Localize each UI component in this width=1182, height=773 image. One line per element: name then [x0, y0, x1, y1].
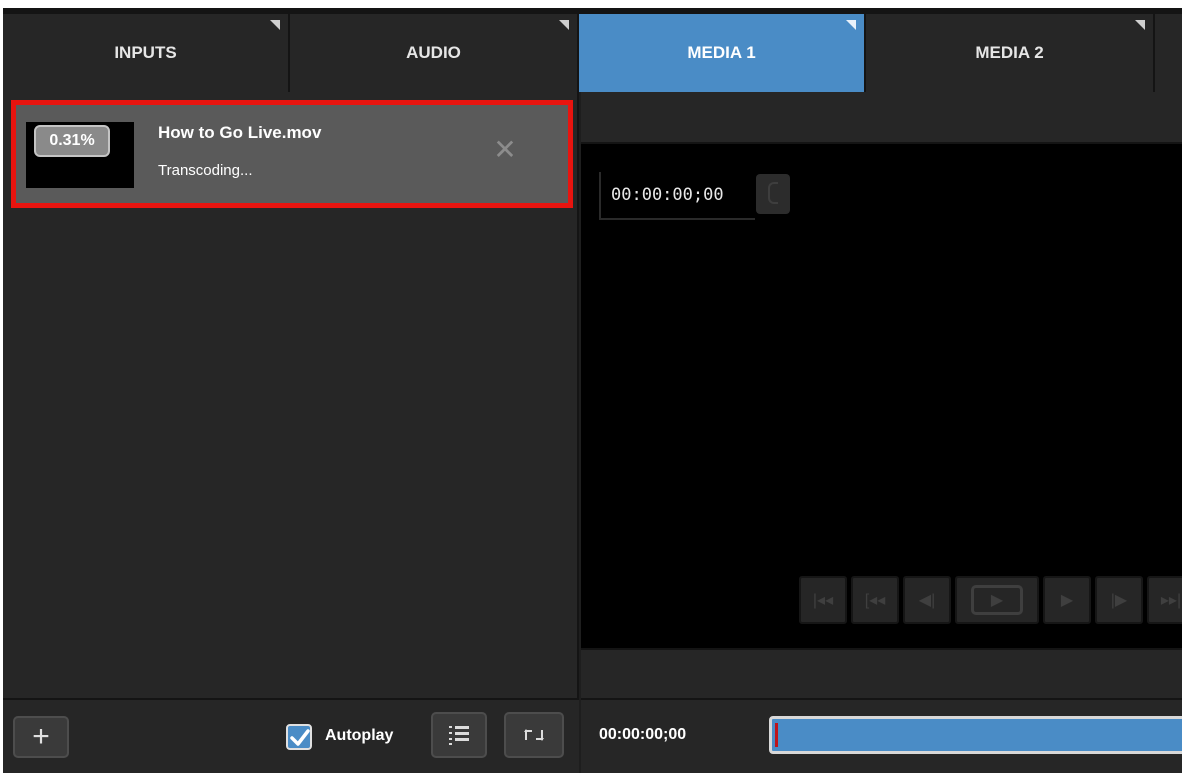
- tab-overflow[interactable]: [1155, 8, 1182, 92]
- media-list-panel: 0.31% How to Go Live.mov Transcoding... …: [3, 92, 579, 773]
- checkmark-icon: [290, 729, 310, 746]
- loop-button[interactable]: [504, 712, 564, 758]
- tab-media-2[interactable]: MEDIA 2: [866, 8, 1155, 92]
- playlist-mode-button[interactable]: [431, 712, 487, 758]
- tab-menu-corner-icon[interactable]: [559, 20, 569, 30]
- close-icon[interactable]: ✕: [492, 136, 518, 164]
- plus-icon: +: [32, 720, 50, 753]
- tab-inputs[interactable]: INPUTS: [3, 8, 290, 92]
- footer-timecode: 00:00:00;00: [599, 726, 687, 743]
- timecode-display[interactable]: 00:00:00;00: [599, 172, 755, 220]
- play-clip-icon: ▶: [971, 585, 1023, 615]
- add-media-button[interactable]: +: [13, 716, 69, 758]
- media-player-panel: 00:00:00;00 |◂◂ [◂◂ ◀| ▶ ▶ |▶ ▸▸| 00:00:…: [581, 92, 1182, 773]
- step-back-button[interactable]: ◀|: [903, 576, 951, 624]
- skip-to-start-icon: |◂◂: [812, 592, 834, 609]
- player-bottom-strip: [581, 648, 1182, 698]
- media-app: INPUTS AUDIO MEDIA 1 MEDIA 2 0.31% How t…: [3, 8, 1182, 773]
- playhead-marker[interactable]: [775, 723, 778, 747]
- skip-to-end-icon: ▸▸|: [1160, 592, 1182, 609]
- transcode-progress-badge: 0.31%: [34, 125, 110, 157]
- autoplay-checkbox[interactable]: [286, 724, 312, 750]
- play-clip-button[interactable]: ▶: [955, 576, 1039, 624]
- transport-controls: |◂◂ [◂◂ ◀| ▶ ▶ |▶ ▸▸|: [799, 576, 1182, 624]
- play-icon: ▶: [1060, 592, 1074, 609]
- media-list-item[interactable]: 0.31% How to Go Live.mov Transcoding... …: [11, 100, 573, 208]
- step-forward-button[interactable]: |▶: [1095, 576, 1143, 624]
- media-list-footer: + Autoplay: [3, 698, 579, 773]
- tab-audio[interactable]: AUDIO: [290, 8, 579, 92]
- step-forward-icon: |▶: [1110, 592, 1128, 609]
- tab-menu-corner-icon[interactable]: [846, 20, 856, 30]
- tab-label: INPUTS: [114, 43, 177, 62]
- skip-to-start-button[interactable]: |◂◂: [799, 576, 847, 624]
- playlist-icon: [449, 726, 469, 745]
- mark-in-icon: [768, 182, 778, 204]
- player-header-strip: [581, 92, 1182, 144]
- step-back-icon: ◀|: [918, 592, 936, 609]
- tab-label: AUDIO: [406, 43, 461, 62]
- timeline-scrubber[interactable]: [769, 716, 1182, 754]
- media-item-status: Transcoding...: [158, 162, 253, 179]
- rewind-button[interactable]: [◂◂: [851, 576, 899, 624]
- tab-menu-corner-icon[interactable]: [1135, 20, 1145, 30]
- mark-in-button[interactable]: [756, 174, 790, 214]
- tab-media-1[interactable]: MEDIA 1: [579, 8, 866, 92]
- loop-icon: [524, 729, 544, 741]
- rewind-icon: [◂◂: [864, 592, 886, 609]
- play-button[interactable]: ▶: [1043, 576, 1091, 624]
- skip-to-end-button[interactable]: ▸▸|: [1147, 576, 1182, 624]
- autoplay-label: Autoplay: [325, 727, 394, 744]
- tab-label: MEDIA 2: [975, 43, 1044, 62]
- player-footer: 00:00:00;00: [581, 698, 1182, 773]
- media-item-title: How to Go Live.mov: [158, 123, 322, 142]
- tab-bar: INPUTS AUDIO MEDIA 1 MEDIA 2: [3, 8, 1182, 92]
- tab-menu-corner-icon[interactable]: [270, 20, 280, 30]
- tab-label: MEDIA 1: [687, 43, 756, 62]
